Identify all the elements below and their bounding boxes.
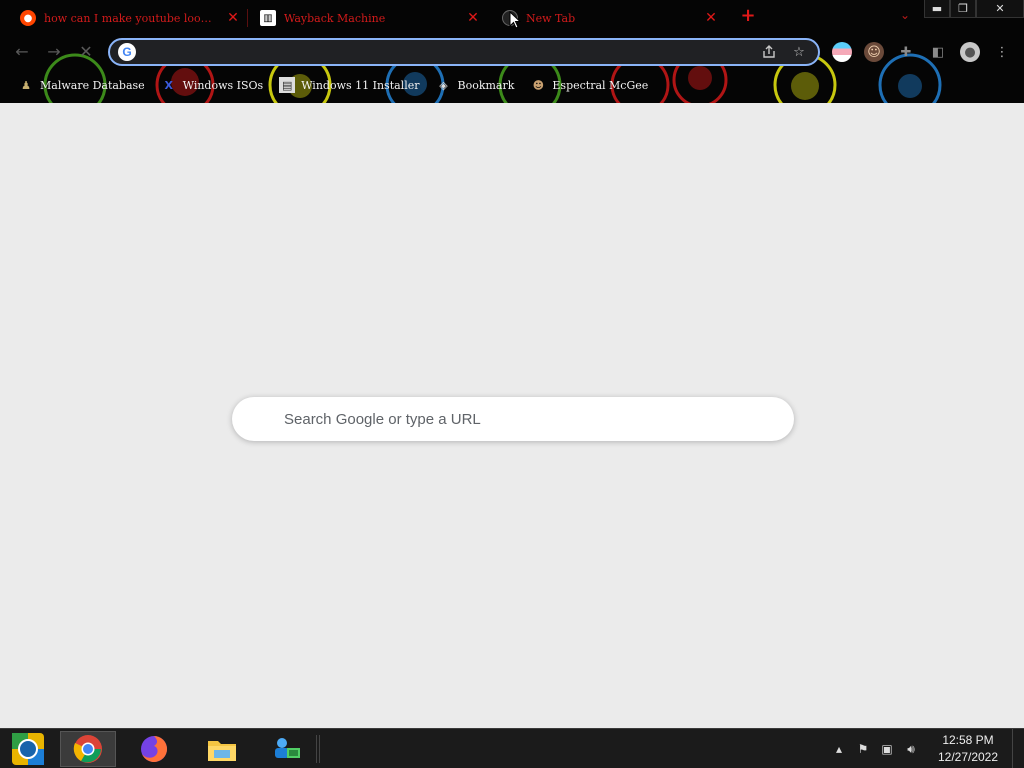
taskbar-file-explorer[interactable] — [194, 731, 250, 767]
tab-separator — [247, 9, 248, 27]
close-tab-icon[interactable]: ✕ — [226, 10, 240, 26]
ntp-search-box[interactable] — [232, 397, 794, 441]
side-panel-icon[interactable]: ◧ — [928, 42, 948, 62]
volume-icon[interactable]: 🔊︎ — [900, 738, 922, 760]
bookmark-label: Windows 11 Installer — [301, 78, 420, 92]
close-window-button[interactable]: ✕ — [976, 0, 1024, 18]
taskbar-network-app[interactable] — [258, 731, 314, 767]
person-icon: ☻ — [532, 78, 545, 92]
bookmark-windows-11-installer[interactable]: ▤ Windows 11 Installer — [273, 74, 425, 96]
taskbar-chrome[interactable] — [60, 731, 116, 767]
new-tab-button[interactable]: + — [738, 6, 758, 26]
start-button[interactable] — [0, 731, 56, 767]
extensions-puzzle-icon[interactable]: ✚ — [896, 42, 916, 62]
back-button[interactable]: ← — [10, 40, 34, 64]
clock[interactable]: 12:58 PM 12/27/2022 — [928, 732, 1008, 766]
bookmark-label: Malware Database — [40, 78, 145, 92]
extension-avatar-icon[interactable]: ☺ — [864, 42, 884, 62]
bookmark-windows-isos[interactable]: X Windows ISOs — [155, 74, 269, 96]
new-tab-page — [0, 103, 1024, 728]
tab-wayback-machine[interactable]: ▥ Wayback Machine ✕ — [252, 4, 488, 32]
x-icon: X — [164, 78, 173, 92]
window-controls: ▬ ❐ ✕ — [924, 0, 1024, 18]
mouse-pointer — [509, 11, 521, 29]
installer-icon: ▤ — [279, 77, 296, 93]
bookmark-label: Bookmark — [457, 78, 515, 92]
close-tab-icon[interactable]: ✕ — [704, 10, 718, 26]
bookmark-malware-database[interactable]: ♟ Malware Database — [12, 74, 151, 96]
stop-reload-button[interactable]: ✕ — [74, 40, 98, 64]
bookmark-label: Windows ISOs — [182, 78, 264, 92]
start-orb-icon — [12, 733, 44, 765]
menu-icon[interactable]: ⋮ — [992, 42, 1012, 62]
tab-reddit[interactable]: ● how can I make youtube look like ✕ — [12, 4, 248, 32]
tab-title: how can I make youtube look like — [44, 11, 214, 25]
taskbar-divider — [316, 735, 320, 763]
bookmark-label: Espectral McGee — [552, 78, 649, 92]
tab-title: New Tab — [526, 11, 576, 25]
clock-date: 12/27/2022 — [937, 750, 999, 764]
extension-flag-icon[interactable] — [832, 42, 852, 62]
tab-search-icon[interactable]: ⌄ — [896, 8, 914, 26]
tab-new-tab[interactable]: New Tab ✕ — [494, 4, 726, 32]
forward-button[interactable]: → — [42, 40, 66, 64]
folder-icon — [208, 741, 236, 761]
bookmark-star-icon[interactable]: ☆ — [788, 41, 810, 63]
ntp-search-input[interactable] — [284, 410, 794, 428]
google-icon: G — [118, 43, 136, 61]
network-app-icon — [275, 738, 300, 758]
site-icon: ◈ — [439, 78, 448, 92]
browser-chrome: ● how can I make youtube look like ✕ ▥ W… — [0, 0, 1024, 103]
action-center-flag-icon[interactable]: ⚑ — [852, 738, 874, 760]
chrome-icon — [73, 735, 102, 763]
bookmark-item[interactable]: ◈ Bookmark — [429, 74, 520, 96]
network-icon[interactable]: ▣ — [876, 738, 898, 760]
taskbar: ▴ ⚑ ▣ 🔊︎ 12:58 PM 12/27/2022 — [0, 728, 1024, 768]
show-desktop-button[interactable] — [1012, 729, 1024, 768]
bookmarks-bar: ♟ Malware Database X Windows ISOs ▤ Wind… — [0, 72, 1024, 98]
archive-icon: ▥ — [260, 10, 276, 26]
restore-button[interactable]: ❐ — [950, 0, 976, 18]
firefox-icon — [141, 736, 167, 762]
bookmark-espectral-mcgee[interactable]: ☻ Espectral McGee — [524, 74, 654, 96]
taskbar-firefox[interactable] — [126, 731, 182, 767]
browser-toolbar: ← → ✕ G ☆ ☺ ✚ ◧ ● ⋮ — [0, 36, 1024, 68]
show-hidden-icons-icon[interactable]: ▴ — [828, 738, 850, 760]
close-tab-icon[interactable]: ✕ — [466, 10, 480, 26]
minimize-button[interactable]: ▬ — [924, 0, 950, 18]
address-input[interactable] — [142, 41, 758, 63]
clock-time: 12:58 PM — [942, 733, 994, 747]
share-icon[interactable] — [758, 41, 780, 63]
omnibox[interactable]: G ☆ — [108, 38, 820, 66]
reddit-icon: ● — [20, 10, 36, 26]
profile-icon[interactable]: ● — [960, 42, 980, 62]
system-tray: ▴ ⚑ ▣ 🔊︎ 12:58 PM 12/27/2022 — [826, 729, 1024, 768]
malware-icon: ♟ — [21, 78, 31, 92]
tab-title: Wayback Machine — [284, 11, 386, 25]
